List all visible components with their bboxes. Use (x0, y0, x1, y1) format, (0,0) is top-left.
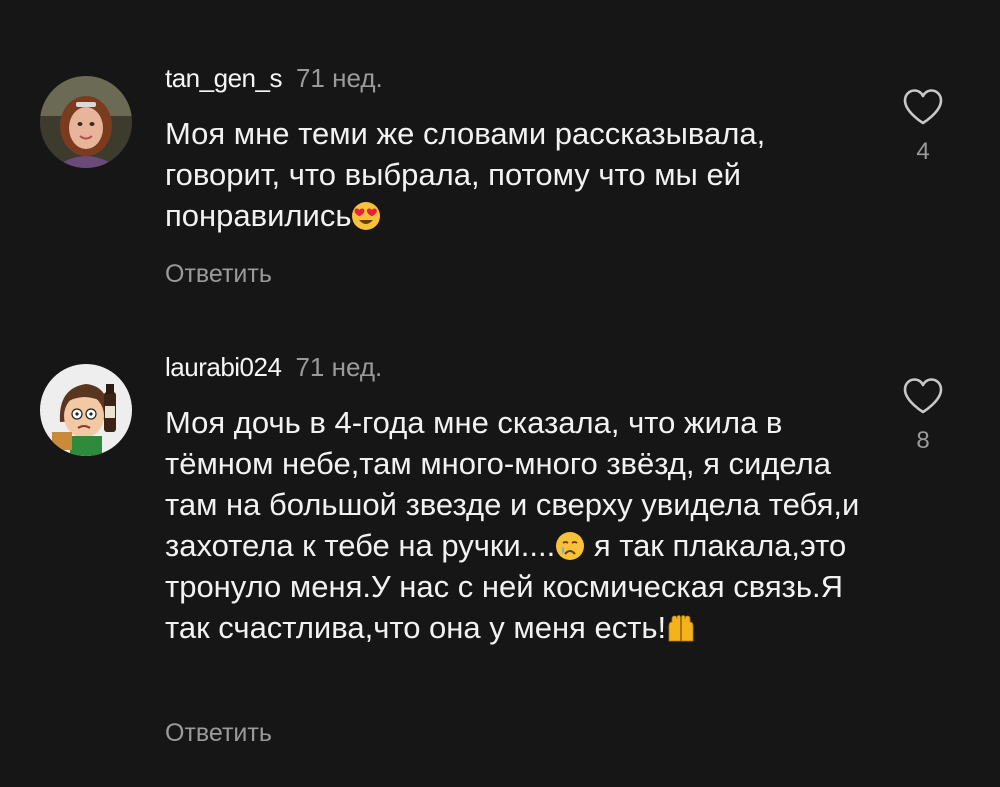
crying-face-emoji (555, 531, 585, 561)
like-button[interactable]: 8 (898, 377, 948, 455)
reply-button[interactable]: Ответить (165, 260, 272, 289)
timestamp: 71 нед. (295, 63, 383, 93)
comment-text: Моя дочь в 4-года мне сказала, что жила … (165, 402, 865, 648)
reply-button[interactable]: Ответить (165, 719, 272, 748)
comment-meta: laurabi024 71 нед. (165, 352, 382, 382)
avatar[interactable] (40, 364, 132, 456)
username[interactable]: tan_gen_s (165, 63, 282, 93)
comment-text: Моя мне теми же словами рассказывала, го… (165, 113, 865, 236)
like-count: 4 (916, 138, 930, 165)
comment-meta: tan_gen_s 71 нед. (165, 63, 383, 93)
heart-outline-icon (903, 378, 943, 414)
timestamp: 71 нед. (295, 352, 383, 382)
avatar[interactable] (40, 76, 132, 168)
raising-hands-emoji (666, 613, 696, 643)
username[interactable]: laurabi024 (165, 352, 282, 382)
like-button[interactable]: 4 (898, 88, 948, 166)
comment-body: Моя мне теми же словами рассказывала, го… (165, 116, 766, 233)
like-count: 8 (916, 427, 930, 454)
heart-outline-icon (903, 89, 943, 125)
heart-eyes-emoji (351, 201, 381, 231)
